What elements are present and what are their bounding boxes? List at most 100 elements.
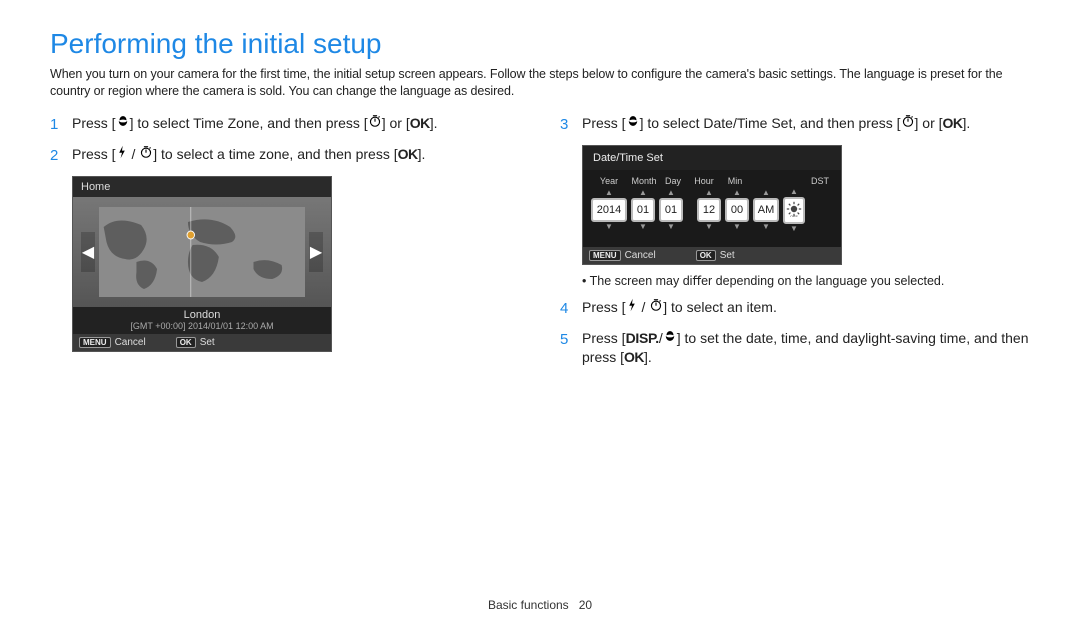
dt-footer: MENU Cancel OK Set bbox=[583, 247, 841, 264]
ok-badge: OK bbox=[696, 250, 716, 261]
left-column: 1 Press [] to select Time Zone, and then… bbox=[50, 114, 520, 378]
ok-badge: OK bbox=[176, 337, 196, 348]
two-column-layout: 1 Press [] to select Time Zone, and then… bbox=[50, 114, 1030, 378]
month-spinner[interactable]: ▲01▼ bbox=[631, 189, 655, 231]
lbl-year: Year bbox=[591, 176, 627, 186]
tz-footer: MENU Cancel OK Set bbox=[73, 334, 331, 351]
dt-row: ▲2014▼ ▲01▼ ▲01▼ ▲12▼ ▲00▼ ▲AM▼ ▲ OFF ▼ bbox=[591, 188, 833, 233]
step-number: 3 bbox=[560, 114, 574, 135]
tz-right-arrow[interactable]: ▶ bbox=[309, 232, 323, 272]
right-column: 3 Press [ ] to select Date/Time Set, and … bbox=[560, 114, 1030, 378]
lbl-hour: Hour bbox=[689, 176, 719, 186]
step-number: 4 bbox=[560, 298, 574, 319]
val-ampm: AM bbox=[753, 198, 779, 222]
step-number: 2 bbox=[50, 145, 64, 166]
txt: ]. bbox=[963, 115, 971, 131]
chevron-down-icon[interactable]: ▼ bbox=[605, 223, 613, 231]
set-label: Set bbox=[720, 250, 735, 261]
tz-map: ◀ ▶ bbox=[73, 197, 331, 307]
macro-icon bbox=[116, 114, 130, 128]
lbl-day: Day bbox=[661, 176, 685, 186]
chevron-down-icon[interactable]: ▼ bbox=[667, 223, 675, 231]
timer-icon bbox=[649, 298, 663, 312]
note-text: The screen may diﬀer depending on the la… bbox=[590, 274, 945, 288]
macro-icon bbox=[626, 114, 640, 128]
timer-icon bbox=[901, 114, 915, 128]
txt: Press [ bbox=[72, 146, 116, 162]
txt: ]. bbox=[644, 349, 652, 365]
step-3: 3 Press [ ] to select Date/Time Set, and … bbox=[560, 114, 1030, 135]
step-number: 1 bbox=[50, 114, 64, 135]
step-text: Press [ / ] to select an item. bbox=[582, 298, 777, 319]
bullet: • bbox=[582, 274, 586, 288]
step-text: Press [] to select Time Zone, and then p… bbox=[72, 114, 438, 135]
datetime-screenshot: Date/Time Set Year Month Day Hour Min DS… bbox=[582, 145, 842, 265]
step-1: 1 Press [] to select Time Zone, and then… bbox=[50, 114, 520, 135]
ampm-spinner[interactable]: ▲AM▼ bbox=[753, 189, 779, 231]
chevron-down-icon[interactable]: ▼ bbox=[705, 223, 713, 231]
lbl-month: Month bbox=[631, 176, 657, 186]
min-spinner[interactable]: ▲00▼ bbox=[725, 189, 749, 231]
flash-icon bbox=[116, 145, 128, 159]
chevron-down-icon[interactable]: ▼ bbox=[790, 225, 798, 233]
chevron-up-icon[interactable]: ▲ bbox=[733, 189, 741, 197]
dt-labels: Year Month Day Hour Min DST bbox=[591, 176, 833, 186]
intro-text: When you turn on your camera for the ﬁrs… bbox=[50, 66, 1030, 100]
dst-toggle[interactable]: ▲ OFF ▼ bbox=[783, 188, 805, 233]
ok-icon: OK bbox=[398, 146, 418, 162]
txt: ]. bbox=[430, 115, 438, 131]
tz-tab-home: Home bbox=[73, 177, 331, 197]
val-day: 01 bbox=[659, 198, 683, 222]
timezone-screenshot: Home ◀ ▶ London bbox=[72, 176, 332, 352]
txt: ] to select Date/Time Set, and then pres… bbox=[640, 115, 901, 131]
ok-icon: OK bbox=[624, 349, 644, 365]
ok-icon: OK bbox=[410, 115, 430, 131]
txt: / bbox=[128, 146, 140, 162]
txt: Press [ bbox=[582, 330, 626, 346]
chevron-up-icon[interactable]: ▲ bbox=[605, 189, 613, 197]
chevron-down-icon[interactable]: ▼ bbox=[762, 223, 770, 231]
tz-left-arrow[interactable]: ◀ bbox=[81, 232, 95, 272]
txt: Press [ bbox=[582, 115, 626, 131]
txt: ] or [ bbox=[915, 115, 943, 131]
step-5: 5 Press [DISP./] to set the date, time, … bbox=[560, 329, 1030, 368]
txt: ] to select a time zone, and then press … bbox=[153, 146, 397, 162]
txt: ] or [ bbox=[382, 115, 410, 131]
timer-icon bbox=[139, 145, 153, 159]
timer-icon bbox=[368, 114, 382, 128]
cancel-label: Cancel bbox=[115, 337, 146, 348]
val-month: 01 bbox=[631, 198, 655, 222]
step-2: 2 Press [ / ] to select a time zone, and… bbox=[50, 145, 520, 166]
year-spinner[interactable]: ▲2014▼ bbox=[591, 189, 627, 231]
dt-body: Year Month Day Hour Min DST ▲2014▼ ▲01▼ … bbox=[583, 170, 841, 247]
ok-icon: OK bbox=[943, 115, 963, 131]
chevron-up-icon[interactable]: ▲ bbox=[639, 189, 647, 197]
flash-icon bbox=[626, 298, 638, 312]
lbl-min: Min bbox=[723, 176, 747, 186]
step-text: Press [ ] to select Date/Time Set, and th… bbox=[582, 114, 970, 135]
tz-city: London bbox=[73, 307, 331, 321]
chevron-up-icon[interactable]: ▲ bbox=[705, 189, 713, 197]
chevron-down-icon[interactable]: ▼ bbox=[639, 223, 647, 231]
world-map bbox=[99, 207, 305, 297]
page-title: Performing the initial setup bbox=[50, 28, 1030, 60]
hour-spinner[interactable]: ▲12▼ bbox=[697, 189, 721, 231]
txt: / bbox=[638, 299, 650, 315]
txt: ] to select Time Zone, and then press [ bbox=[130, 115, 368, 131]
txt: Press [ bbox=[582, 299, 626, 315]
dst-icon: OFF bbox=[783, 197, 805, 224]
step-number: 5 bbox=[560, 329, 574, 368]
step-4: 4 Press [ / ] to select an item. bbox=[560, 298, 1030, 319]
chevron-down-icon[interactable]: ▼ bbox=[733, 223, 741, 231]
val-year: 2014 bbox=[591, 198, 627, 222]
day-spinner[interactable]: ▲01▼ bbox=[659, 189, 683, 231]
step-text: Press [DISP./] to set the date, time, an… bbox=[582, 329, 1030, 368]
dt-title: Date/Time Set bbox=[583, 146, 841, 170]
chevron-up-icon[interactable]: ▲ bbox=[667, 189, 675, 197]
chevron-up-icon[interactable]: ▲ bbox=[762, 189, 770, 197]
chevron-up-icon[interactable]: ▲ bbox=[790, 188, 798, 196]
val-hour: 12 bbox=[697, 198, 721, 222]
set-label: Set bbox=[200, 337, 215, 348]
svg-text:OFF: OFF bbox=[790, 214, 799, 217]
txt: ]. bbox=[418, 146, 426, 162]
